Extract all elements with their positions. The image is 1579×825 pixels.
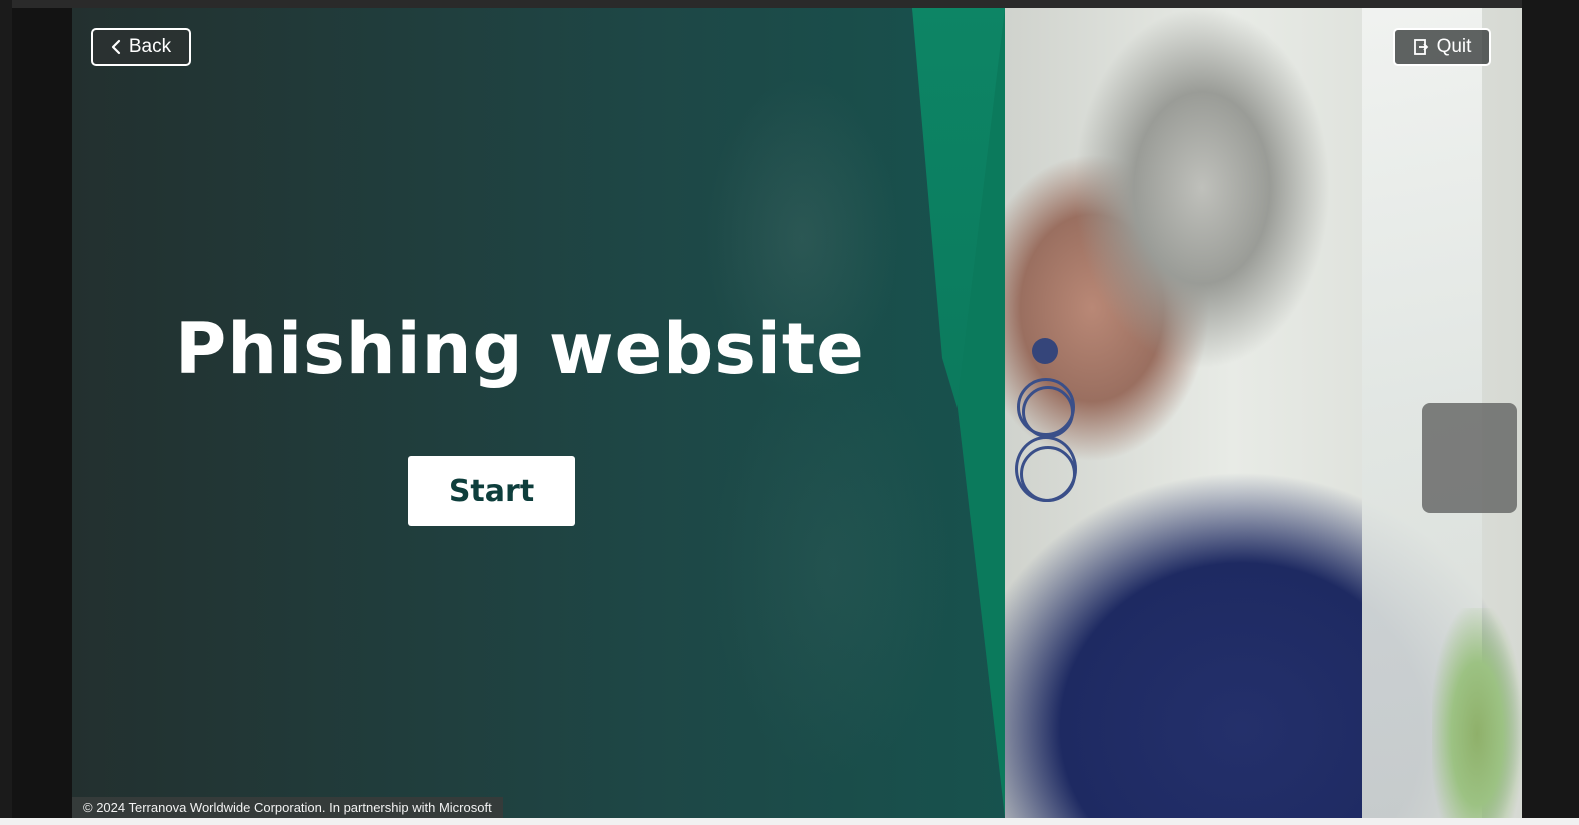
photo-plant	[1432, 608, 1522, 818]
bottom-edge-bar	[0, 818, 1579, 825]
earring-ring	[1020, 446, 1076, 502]
back-button[interactable]: Back	[91, 28, 191, 66]
top-edge-bar	[0, 0, 1579, 8]
chevron-left-icon	[111, 39, 121, 55]
start-button[interactable]: Start	[408, 456, 575, 526]
course-stage: Back Quit Phishing website Start © 2024 …	[72, 8, 1522, 818]
copyright-footer: © 2024 Terranova Worldwide Corporation. …	[72, 797, 503, 818]
left-letterbox	[0, 0, 12, 825]
app-window: Back Quit Phishing website Start © 2024 …	[0, 0, 1579, 825]
earring-stud	[1032, 338, 1058, 364]
quit-button-label: Quit	[1436, 36, 1472, 57]
earring-ring	[1022, 386, 1074, 438]
back-button-label: Back	[128, 36, 172, 57]
quit-button[interactable]: Quit	[1393, 28, 1491, 66]
exit-door-icon	[1413, 38, 1429, 56]
right-letterbox	[1522, 0, 1579, 825]
photo-shelf	[1422, 403, 1517, 513]
page-title: Phishing website	[175, 308, 865, 390]
